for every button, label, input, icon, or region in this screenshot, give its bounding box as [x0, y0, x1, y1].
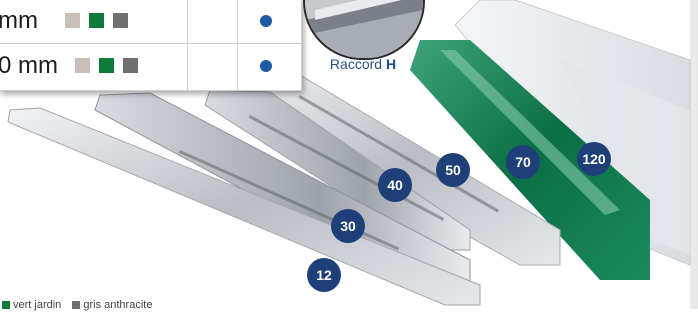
specs-table: mm 0 mm [0, 0, 302, 91]
swatch-green [89, 13, 104, 28]
specs-row: mm [0, 0, 301, 44]
product-illustration: mm 0 mm Raccord H 12 30 40 50 70 120 ver… [0, 0, 698, 311]
legend-gray-label: gris anthracite [83, 299, 153, 311]
swatch-gray [113, 13, 128, 28]
swatch-beige [65, 13, 80, 28]
caption-letter: H [385, 56, 397, 72]
swatch-beige [75, 58, 90, 73]
swatch-green [99, 58, 114, 73]
spec-size: mm [0, 7, 38, 34]
column-divider [187, 0, 188, 90]
height-badge-120: 120 [577, 142, 611, 176]
connector-caption: Raccord H [304, 55, 422, 73]
color-legend: vert jardin gris anthracite [0, 299, 260, 313]
availability-dot [260, 15, 272, 27]
legend-green-swatch [2, 301, 10, 310]
legend-green-label: vert jardin [13, 299, 62, 311]
availability-dot [260, 60, 272, 72]
specs-row: 0 mm [0, 44, 301, 88]
column-divider [237, 0, 238, 90]
legend-gray-swatch [72, 301, 81, 310]
swatch-gray [123, 58, 138, 73]
height-badge-70: 70 [506, 145, 540, 179]
spec-size: 0 mm [0, 52, 58, 79]
height-badge-50: 50 [436, 153, 470, 187]
height-badge-30: 30 [331, 209, 365, 243]
height-badge-12: 12 [307, 258, 341, 292]
caption-text: Raccord [329, 56, 386, 72]
height-badge-40: 40 [378, 168, 412, 202]
